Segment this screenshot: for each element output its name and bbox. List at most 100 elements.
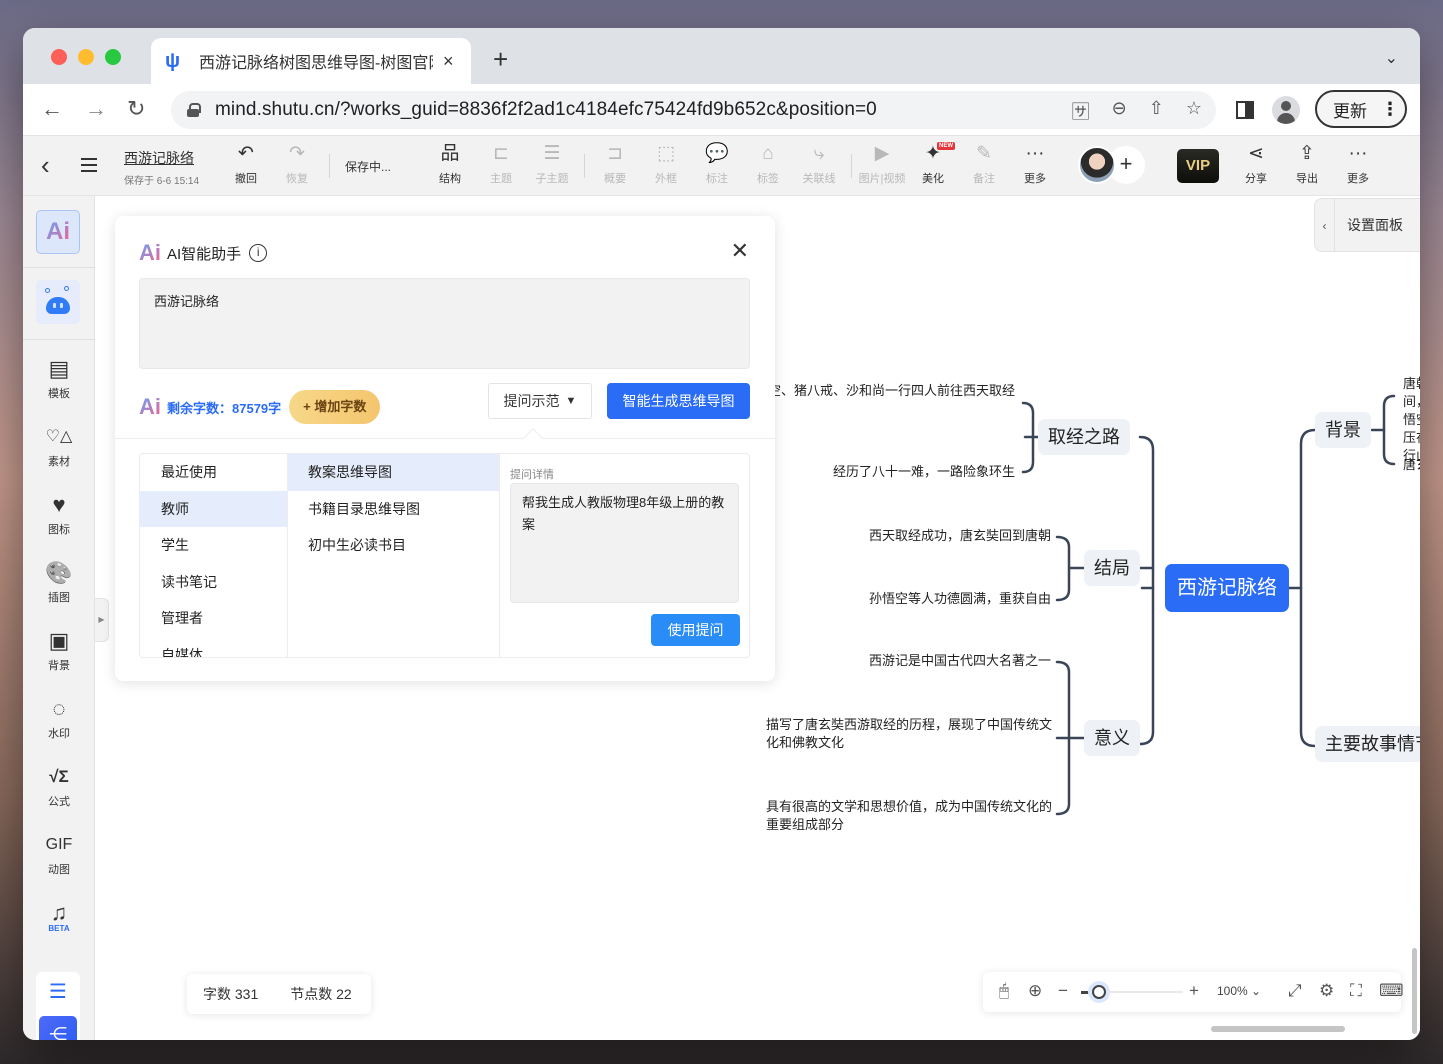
sidebar-item-watermark[interactable]: ◌ 水印	[23, 696, 95, 741]
media-button[interactable]: ▶ 图片|视频	[853, 142, 911, 186]
browser-tab-active[interactable]: ψ 西游记脉络树图思维导图-树图官网 ×	[151, 38, 471, 84]
locate-center-icon[interactable]: ⊕	[1028, 981, 1042, 1001]
ai-robot-button[interactable]	[36, 280, 80, 324]
ai-prompt-input[interactable]: 西游记脉络	[139, 278, 750, 369]
category-item[interactable]: 最近使用	[140, 454, 287, 491]
tag-button[interactable]: ⌂ 标签	[744, 142, 792, 186]
template-item[interactable]: 书籍目录思维导图	[288, 491, 499, 528]
zoom-slider-knob[interactable]	[1092, 985, 1107, 999]
category-item[interactable]: 自媒体	[140, 637, 287, 657]
topic-button[interactable]: ⊏ 主题	[477, 142, 525, 186]
template-item-active[interactable]: 教案思维导图	[288, 454, 499, 491]
node-main-plot[interactable]: 主要故事情节	[1315, 726, 1420, 762]
maximize-window-button[interactable]	[105, 49, 121, 65]
leaf-qujing-2[interactable]: 经历了八十一难，一路险象环生	[735, 463, 1015, 481]
sidebar-item-icon[interactable]: ♥ 图标	[23, 492, 95, 537]
note-button[interactable]: ✎ 备注	[960, 142, 1008, 186]
keyboard-shortcuts-icon[interactable]: ⌨	[1379, 981, 1404, 1001]
prompt-detail-textarea[interactable]: 帮我生成人教版物理8年级上册的教案	[510, 483, 739, 603]
node-yiyi[interactable]: 意义	[1084, 720, 1140, 756]
profile-avatar-icon[interactable]	[1272, 96, 1300, 124]
fit-to-screen-icon[interactable]: ⤢	[1288, 981, 1302, 1001]
use-prompt-button[interactable]: 使用提问	[651, 614, 740, 646]
subtopic-button[interactable]: ☰ 子主题	[528, 142, 576, 186]
vertical-scrollbar[interactable]	[1412, 948, 1417, 1034]
translate-icon[interactable]: 🈂	[1072, 98, 1090, 124]
side-panel-icon[interactable]	[1236, 101, 1254, 119]
beautify-button[interactable]: ✦ NEW 美化	[909, 142, 957, 186]
mindmap-view-button[interactable]: ⋲	[39, 1016, 77, 1040]
mouse-mode-icon[interactable]: 🖱	[999, 981, 1009, 1001]
category-item[interactable]: 读书笔记	[140, 564, 287, 601]
more-menu-button[interactable]: ··· 更多	[1334, 142, 1382, 186]
back-button[interactable]: ←	[41, 96, 63, 122]
add-words-button[interactable]: + 增加字数	[289, 390, 381, 424]
hamburger-menu-icon[interactable]	[81, 158, 97, 172]
sidebar-item-template[interactable]: ▤ 模板	[23, 356, 95, 401]
new-tab-button[interactable]: +	[493, 46, 508, 72]
zoom-out-icon[interactable]: ⊖	[1112, 98, 1127, 124]
sidebar-expand-handle[interactable]: ▶	[95, 598, 109, 642]
robot-antenna	[64, 286, 69, 291]
relation-line-button[interactable]: ⤷ 关联线	[795, 142, 843, 186]
redo-button[interactable]: ↷ 恢复	[273, 142, 321, 186]
template-item[interactable]: 初中生必读书目	[288, 527, 499, 564]
leaf-jieju-1[interactable]: 西天取经成功，唐玄奘回到唐朝	[795, 527, 1051, 545]
tab-close-icon[interactable]: ×	[443, 51, 454, 72]
zoom-in-button[interactable]: +	[1189, 981, 1199, 1001]
leaf-yiyi-3[interactable]: 具有很高的文学和思想价值，成为中国传统文化的重要组成部分	[766, 798, 1056, 834]
sidebar-item-music[interactable]: ♫ BETA	[23, 900, 95, 933]
zoom-slider[interactable]	[1081, 985, 1183, 999]
close-icon[interactable]: ✕	[731, 238, 749, 264]
leaf-yiyi-1[interactable]: 西游记是中国古代四大名著之一	[795, 652, 1051, 670]
sidebar-item-illustration[interactable]: 🎨 插图	[23, 560, 95, 605]
leaf-yiyi-2[interactable]: 描写了唐玄奘西游取经的历程，展现了中国传统文化和佛教文化	[766, 716, 1056, 752]
sidebar-item-material[interactable]: ♡△ 素材	[23, 424, 95, 469]
vip-button[interactable]: VIP	[1177, 149, 1219, 183]
prompt-example-dropdown[interactable]: 提问示范 ▼	[488, 383, 592, 419]
ai-assistant-button[interactable]: Ai	[36, 210, 80, 254]
share-page-icon[interactable]: ⇧	[1149, 98, 1164, 124]
callout-button[interactable]: 💬 标注	[693, 142, 741, 186]
settings-panel-toggle[interactable]: ‹ 设置面板	[1314, 198, 1420, 252]
category-item-active[interactable]: 教师	[140, 490, 287, 528]
tab-search-chevron-icon[interactable]: ⌄	[1385, 48, 1398, 68]
info-icon[interactable]: i	[249, 244, 268, 262]
user-avatar[interactable]	[1078, 146, 1116, 184]
node-beijing[interactable]: 背景	[1315, 412, 1371, 448]
sidebar-item-gif[interactable]: GIF 动图	[23, 832, 95, 877]
zoom-out-button[interactable]: −	[1058, 981, 1068, 1001]
horizontal-scrollbar[interactable]	[1211, 1026, 1345, 1032]
root-node[interactable]: 西游记脉络	[1165, 564, 1289, 612]
close-window-button[interactable]	[51, 49, 67, 65]
category-item[interactable]: 学生	[140, 527, 287, 564]
undo-button[interactable]: ↶ 撤回	[222, 142, 270, 186]
app-back-chevron-icon[interactable]: ‹	[41, 150, 50, 181]
bookmark-star-icon[interactable]: ☆	[1186, 98, 1202, 124]
summary-button[interactable]: ⊐ 概要	[591, 142, 639, 186]
boundary-button[interactable]: ⬚ 外框	[642, 142, 690, 186]
leaf-jieju-2[interactable]: 孙悟空等人功德圆满，重获自由	[795, 590, 1051, 608]
minimize-window-button[interactable]	[78, 49, 94, 65]
outline-view-button[interactable]: ☰	[36, 974, 80, 1010]
update-button[interactable]: 更新 ⋮	[1315, 90, 1407, 128]
sidebar-item-background[interactable]: ▣ 背景	[23, 628, 95, 673]
category-item[interactable]: 管理者	[140, 600, 287, 637]
structure-button[interactable]: 品 结构	[426, 142, 474, 186]
export-button[interactable]: ⇪ 导出	[1283, 142, 1331, 186]
reload-button[interactable]: ↻	[127, 96, 145, 122]
more-tools-button[interactable]: ··· 更多	[1011, 142, 1059, 186]
forward-button[interactable]: →	[85, 96, 107, 122]
settings-gear-icon[interactable]: ⚙	[1319, 981, 1334, 1001]
leaf-beijing-1[interactable]: 唐朝年间，孙悟空被压在五行山下	[1403, 375, 1420, 465]
share-button[interactable]: ⋖ 分享	[1232, 142, 1280, 186]
node-jieju[interactable]: 结局	[1084, 550, 1140, 586]
document-title[interactable]: 西游记脉络	[124, 148, 194, 168]
fullscreen-icon[interactable]: ⛶	[1350, 981, 1362, 1001]
node-qujing-zhilu[interactable]: 取经之路	[1038, 419, 1130, 455]
generate-mindmap-button[interactable]: 智能生成思维导图	[607, 383, 750, 419]
zoom-level-dropdown[interactable]: 100% ⌄	[1217, 984, 1261, 998]
url-input[interactable]: mind.shutu.cn/?works_guid=8836f2f2ad1c41…	[171, 91, 1216, 129]
sidebar-item-formula[interactable]: √Σ 公式	[23, 764, 95, 809]
leaf-beijing-2[interactable]: 唐玄奘	[1403, 456, 1420, 474]
